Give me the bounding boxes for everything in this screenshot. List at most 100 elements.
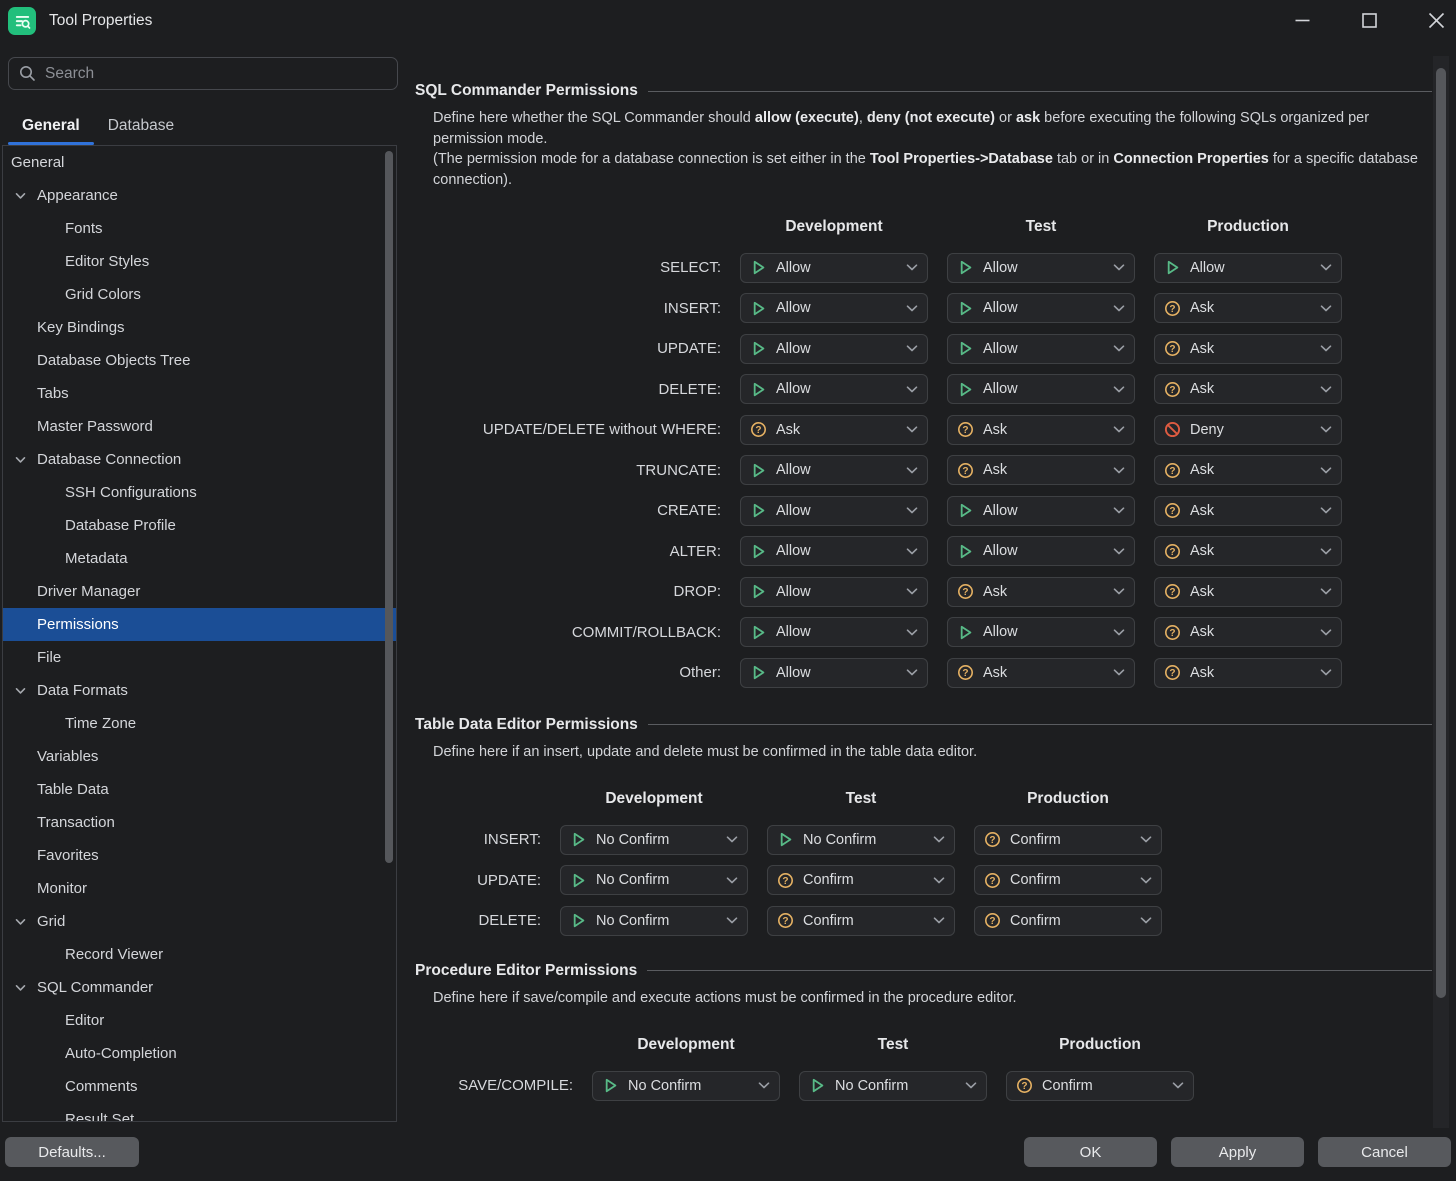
sidebar-item-comments[interactable]: Comments — [3, 1070, 396, 1103]
permission-select[interactable]: No Confirm — [560, 865, 748, 895]
sidebar-item-permissions[interactable]: Permissions — [3, 608, 396, 641]
permission-select[interactable]: No Confirm — [799, 1071, 987, 1101]
permission-select[interactable]: Allow — [947, 253, 1135, 283]
sidebar-item-time-zone[interactable]: Time Zone — [3, 707, 396, 740]
permission-select[interactable]: No Confirm — [560, 906, 748, 936]
permission-select[interactable]: ?Ask — [947, 577, 1135, 607]
sidebar-item-favorites[interactable]: Favorites — [3, 839, 396, 872]
permission-select[interactable]: ?Ask — [947, 658, 1135, 688]
chevron-down-icon[interactable] — [15, 456, 26, 463]
permission-select[interactable]: ?Confirm — [767, 865, 955, 895]
sidebar-item-driver-manager[interactable]: Driver Manager — [3, 575, 396, 608]
svg-text:?: ? — [989, 876, 995, 887]
apply-button[interactable]: Apply — [1171, 1137, 1304, 1167]
permission-select[interactable]: No Confirm — [560, 825, 748, 855]
permission-select[interactable]: ?Confirm — [974, 825, 1162, 855]
chevron-down-icon[interactable] — [15, 984, 26, 991]
row-label-truncate: TRUNCATE: — [433, 462, 721, 479]
permission-select[interactable]: ?Confirm — [974, 865, 1162, 895]
sidebar-item-database-objects-tree[interactable]: Database Objects Tree — [3, 344, 396, 377]
permission-select[interactable]: ?Ask — [1154, 577, 1342, 607]
sidebar-item-transaction[interactable]: Transaction — [3, 806, 396, 839]
sidebar-item-label: Grid — [37, 913, 65, 930]
permission-select[interactable]: Allow — [947, 334, 1135, 364]
permission-select[interactable]: Allow — [947, 536, 1135, 566]
permission-select[interactable]: Allow — [947, 374, 1135, 404]
svg-text:?: ? — [1169, 628, 1175, 639]
permission-select[interactable]: Allow — [740, 334, 928, 364]
permission-select[interactable]: ?Ask — [1154, 496, 1342, 526]
permission-select[interactable]: Allow — [947, 293, 1135, 323]
sidebar-item-tabs[interactable]: Tabs — [3, 377, 396, 410]
sidebar-scrollbar[interactable] — [385, 151, 393, 863]
sidebar-item-ssh-configurations[interactable]: SSH Configurations — [3, 476, 396, 509]
permission-select[interactable]: No Confirm — [592, 1071, 780, 1101]
permission-select[interactable]: Allow — [740, 374, 928, 404]
permission-select[interactable]: ?Ask — [1154, 374, 1342, 404]
sidebar-item-monitor[interactable]: Monitor — [3, 872, 396, 905]
chevron-down-icon[interactable] — [15, 918, 26, 925]
svg-text:?: ? — [1169, 587, 1175, 598]
sidebar-item-grid-colors[interactable]: Grid Colors — [3, 278, 396, 311]
tab-database[interactable]: Database — [94, 106, 188, 145]
sidebar-item-data-formats[interactable]: Data Formats — [3, 674, 396, 707]
permission-select[interactable]: ?Confirm — [974, 906, 1162, 936]
allow-icon — [957, 300, 974, 317]
permission-select[interactable]: ?Ask — [740, 415, 928, 445]
sidebar-item-general[interactable]: General — [3, 146, 396, 179]
confirm-icon: ? — [777, 872, 794, 889]
permission-select[interactable]: Deny — [1154, 415, 1342, 445]
permission-select[interactable]: Allow — [740, 455, 928, 485]
sidebar-item-result-set[interactable]: Result Set — [3, 1103, 396, 1122]
permission-select[interactable]: Allow — [740, 496, 928, 526]
permission-select[interactable]: No Confirm — [767, 825, 955, 855]
sidebar-item-master-password[interactable]: Master Password — [3, 410, 396, 443]
permission-select[interactable]: Allow — [740, 617, 928, 647]
sidebar-item-variables[interactable]: Variables — [3, 740, 396, 773]
permission-select[interactable]: ?Ask — [947, 455, 1135, 485]
search-input[interactable]: Search — [8, 57, 398, 90]
sidebar-item-grid[interactable]: Grid — [3, 905, 396, 938]
permission-select[interactable]: ?Confirm — [767, 906, 955, 936]
sidebar-item-editor[interactable]: Editor — [3, 1004, 396, 1037]
main-scrollbar[interactable] — [1436, 68, 1446, 998]
sidebar-item-table-data[interactable]: Table Data — [3, 773, 396, 806]
sidebar-item-record-viewer[interactable]: Record Viewer — [3, 938, 396, 971]
permission-select[interactable]: ?Ask — [1154, 617, 1342, 647]
permission-select[interactable]: Allow — [947, 617, 1135, 647]
chevron-down-icon[interactable] — [15, 687, 26, 694]
permission-select[interactable]: ?Ask — [1154, 455, 1342, 485]
permission-select[interactable]: ?Ask — [1154, 536, 1342, 566]
permission-select[interactable]: Allow — [740, 293, 928, 323]
permission-select[interactable]: Allow — [1154, 253, 1342, 283]
sidebar-item-key-bindings[interactable]: Key Bindings — [3, 311, 396, 344]
sidebar-item-sql-commander[interactable]: SQL Commander — [3, 971, 396, 1004]
permission-select[interactable]: ?Ask — [1154, 658, 1342, 688]
permission-select[interactable]: Allow — [740, 536, 928, 566]
tab-general[interactable]: General — [8, 106, 94, 145]
cancel-button[interactable]: Cancel — [1318, 1137, 1451, 1167]
permission-select[interactable]: Allow — [947, 496, 1135, 526]
permission-select[interactable]: ?Ask — [1154, 293, 1342, 323]
sidebar-item-file[interactable]: File — [3, 641, 396, 674]
chevron-down-icon[interactable] — [15, 192, 26, 199]
confirm-icon: ? — [984, 831, 1001, 848]
ask-icon: ? — [957, 421, 974, 438]
permission-select[interactable]: Allow — [740, 658, 928, 688]
sidebar-item-database-connection[interactable]: Database Connection — [3, 443, 396, 476]
row-label-commit-rollback: COMMIT/ROLLBACK: — [433, 624, 721, 641]
permission-select[interactable]: Allow — [740, 577, 928, 607]
sidebar-item-metadata[interactable]: Metadata — [3, 542, 396, 575]
sidebar-item-auto-completion[interactable]: Auto-Completion — [3, 1037, 396, 1070]
sidebar-item-fonts[interactable]: Fonts — [3, 212, 396, 245]
permission-select[interactable]: ?Ask — [1154, 334, 1342, 364]
sidebar-item-database-profile[interactable]: Database Profile — [3, 509, 396, 542]
sidebar-item-appearance[interactable]: Appearance — [3, 179, 396, 212]
permission-select[interactable]: Allow — [740, 253, 928, 283]
permission-select[interactable]: ?Confirm — [1006, 1071, 1194, 1101]
sidebar-item-editor-styles[interactable]: Editor Styles — [3, 245, 396, 278]
defaults-button[interactable]: Defaults... — [5, 1137, 139, 1167]
ok-button[interactable]: OK — [1024, 1137, 1157, 1167]
sidebar-item-label: Driver Manager — [37, 583, 140, 600]
permission-select[interactable]: ?Ask — [947, 415, 1135, 445]
